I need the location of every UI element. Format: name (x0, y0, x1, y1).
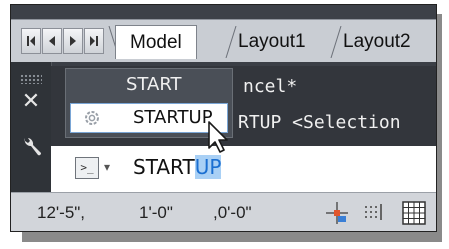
autocomplete-item-label: STARTUP (133, 107, 213, 128)
tab-edge (225, 26, 237, 58)
status-bar: 12'-5", 1'-0" ,0'-0" (11, 192, 436, 231)
last-tab-button[interactable] (84, 28, 104, 54)
autocomplete-header: START (126, 74, 182, 95)
coord-y: 1'-0" (139, 203, 173, 222)
command-prompt-icon[interactable]: >_ (75, 157, 99, 179)
model-space-icon[interactable] (322, 198, 352, 228)
first-tab-button[interactable] (21, 28, 41, 54)
first-arrow-icon (27, 36, 35, 46)
prev-tab-button[interactable] (42, 28, 62, 54)
tab-layout1-label: Layout1 (238, 31, 306, 52)
typed-text: START (133, 155, 195, 179)
tab-layout1[interactable]: Layout1 (238, 25, 306, 59)
tab-model-label: Model (130, 32, 182, 53)
layout-tab-bar: Model Layout1 Layout2 (11, 19, 436, 63)
tab-edge (330, 26, 342, 58)
tab-layout2[interactable]: Layout2 (343, 25, 411, 59)
chevron-down-icon[interactable]: ▾ (104, 159, 116, 175)
drag-grip-icon[interactable] (20, 74, 42, 84)
command-text[interactable]: STARTUP (133, 155, 222, 179)
tab-model[interactable]: Model (115, 25, 197, 59)
prev-arrow-icon (49, 36, 55, 46)
selected-text: UP (194, 155, 222, 179)
coord-x: 12'-5", (37, 203, 86, 222)
command-line-toolbar: ✕ (11, 62, 52, 192)
command-input[interactable]: >_ ▾ STARTUP (51, 146, 436, 192)
mouse-pointer-icon (208, 121, 228, 153)
grid-display-icon[interactable] (399, 198, 429, 228)
last-arrow-icon (90, 36, 98, 46)
coord-z: ,0'-0" (213, 203, 252, 222)
tab-layout2-label: Layout2 (343, 31, 411, 52)
close-icon[interactable]: ✕ (19, 90, 43, 114)
next-arrow-icon (70, 36, 76, 46)
gear-icon (85, 111, 99, 125)
autocad-window: Model Layout1 Layout2 ✕ ncel* RTUP <Sele… (10, 4, 437, 232)
next-tab-button[interactable] (63, 28, 83, 54)
snap-grid-icon[interactable] (359, 198, 389, 228)
history-line: RTUP <Selection (238, 112, 401, 133)
wrench-icon[interactable] (19, 134, 43, 162)
history-line: ncel* (243, 76, 298, 97)
